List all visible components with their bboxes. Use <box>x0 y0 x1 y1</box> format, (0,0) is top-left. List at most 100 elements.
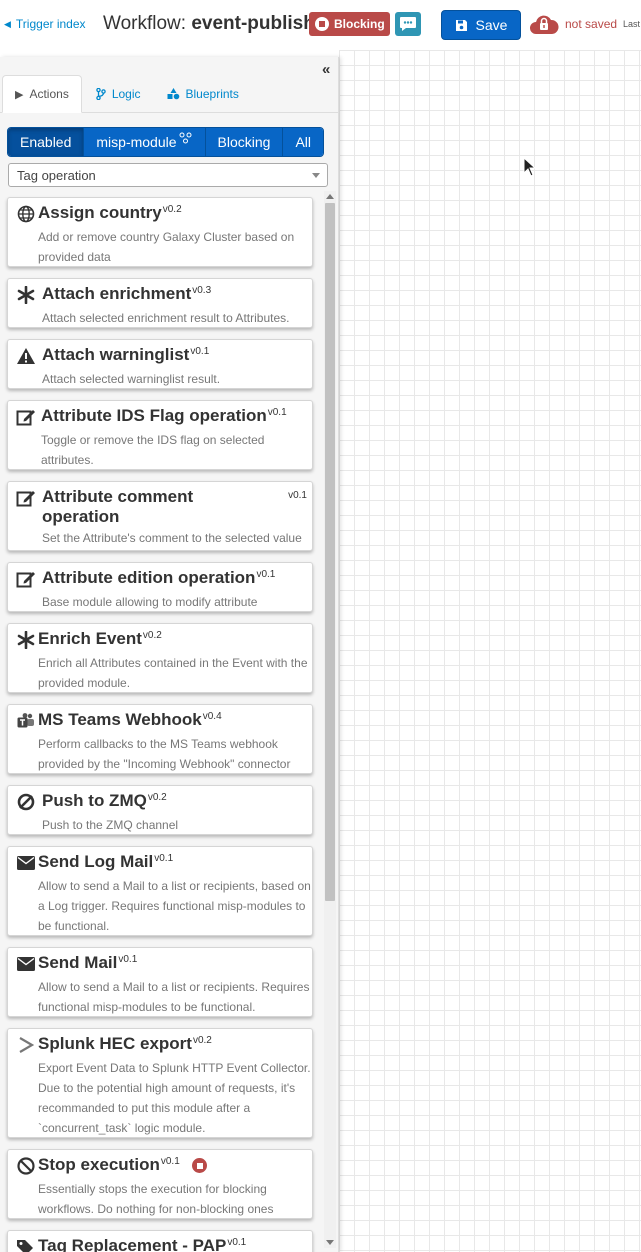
workflow-name: event-publish <box>191 13 315 34</box>
module-card-assign-country[interactable]: Assign countryv0.2 Add or remove country… <box>7 197 313 267</box>
module-version: v0.1 <box>154 853 174 864</box>
comment-dots-icon <box>400 17 416 31</box>
filter-button-group: Enabled misp-module Blocking All <box>7 127 325 157</box>
module-version: v0.1 <box>288 490 307 501</box>
filter-enabled-button[interactable]: Enabled <box>8 128 85 156</box>
tab-blueprints-label: Blueprints <box>185 86 239 101</box>
module-card-attribute-ids-flag[interactable]: Attribute IDS Flag operationv0.1 Toggle … <box>7 400 313 470</box>
tab-logic[interactable]: Logic <box>84 75 153 112</box>
blocking-stop-icon <box>192 1158 207 1173</box>
ban-icon <box>16 1156 36 1176</box>
module-filter-value: Tag operation <box>17 167 96 183</box>
stop-icon <box>315 17 329 31</box>
scroll-up-arrow-icon[interactable] <box>326 194 334 199</box>
filter-misp-module-button[interactable]: misp-module <box>84 128 206 156</box>
module-card-push-to-zmq[interactable]: Push to ZMQv0.2 Push to the ZMQ channel <box>7 785 313 835</box>
scrollbar-thumb[interactable] <box>325 203 335 901</box>
module-version: v0.1 <box>256 569 276 580</box>
module-version: v0.1 <box>227 1237 247 1248</box>
envelope-icon <box>16 853 36 873</box>
module-card-attribute-comment[interactable]: Attribute comment operation v0.1 Set the… <box>7 481 313 551</box>
asterisk-icon <box>16 285 36 305</box>
module-description: Perform callbacks to the MS Teams webhoo… <box>38 737 291 771</box>
filter-misp-module-label: misp-module <box>96 134 177 150</box>
title-prefix: Workflow: <box>103 13 192 34</box>
comments-button[interactable] <box>395 12 421 36</box>
filter-all-button[interactable]: All <box>283 128 324 156</box>
module-version: v0.1 <box>267 407 287 418</box>
module-description: Export Event Data to Splunk HTTP Event C… <box>38 1061 311 1135</box>
module-card-attach-enrichment[interactable]: Attach enrichmentv0.3 Attach selected en… <box>7 278 313 328</box>
module-name: Attribute edition operationv0.1 <box>42 568 276 587</box>
play-icon: ▶ <box>15 88 24 101</box>
module-list-scrollbar[interactable] <box>324 191 336 1248</box>
module-version: v0.2 <box>192 1035 212 1046</box>
tab-actions-label: Actions <box>29 87 69 101</box>
module-description: Push to the ZMQ channel <box>42 818 179 832</box>
misp-module-icon <box>179 132 192 144</box>
filter-all-label: All <box>295 134 312 150</box>
tab-logic-label: Logic <box>111 86 141 101</box>
module-name: Attribute IDS Flag operationv0.1 <box>41 406 287 425</box>
module-version: v0.2 <box>142 630 162 641</box>
save-status: not saved Last <box>529 11 640 37</box>
module-description: Enrich all Attributes contained in the E… <box>38 656 308 690</box>
module-sidebar: « ▶ Actions Logic Blueprints Enabled mis… <box>0 57 339 1252</box>
edit-icon <box>16 407 36 427</box>
module-name: Enrich Eventv0.2 <box>38 629 162 648</box>
module-card-tag-replacement-pap[interactable]: Tag Replacement - PAPv0.1 <box>7 1230 313 1252</box>
module-description: Set the Attribute's comment to the selec… <box>42 531 302 545</box>
save-button[interactable]: Save <box>441 10 521 40</box>
sidebar-tabs: ▶ Actions Logic Blueprints <box>0 75 339 113</box>
module-filter-select[interactable]: Tag operation <box>8 163 328 187</box>
trigger-index-link[interactable]: ◀ Trigger index <box>4 17 86 31</box>
trigger-index-label: Trigger index <box>15 17 86 31</box>
module-card-send-mail[interactable]: Send Mailv0.1 Allow to send a Mail to a … <box>7 947 313 1017</box>
scroll-down-arrow-icon[interactable] <box>326 1240 334 1245</box>
module-card-ms-teams-webhook[interactable]: MS Teams Webhookv0.4 Perform callbacks t… <box>7 704 313 774</box>
warning-icon <box>16 346 36 366</box>
filter-blocking-label: Blocking <box>217 134 271 150</box>
blocking-badge: Blocking <box>309 12 390 36</box>
module-name: MS Teams Webhookv0.4 <box>38 710 222 729</box>
module-name: Tag Replacement - PAPv0.1 <box>38 1236 247 1252</box>
module-card-enrich-event[interactable]: Enrich Eventv0.2 Enrich all Attributes c… <box>7 623 313 693</box>
tab-blueprints[interactable]: Blueprints <box>155 75 251 112</box>
save-label: Save <box>475 17 508 33</box>
blocking-badge-label: Blocking <box>334 17 385 31</box>
shapes-icon <box>167 87 179 99</box>
filter-blocking-button[interactable]: Blocking <box>205 128 284 156</box>
mouse-cursor-icon <box>523 157 537 177</box>
module-name: Stop executionv0.1 <box>38 1155 180 1174</box>
module-card-attach-warninglist[interactable]: Attach warninglistv0.1 Attach selected w… <box>7 339 313 389</box>
envelope-icon <box>16 954 36 974</box>
code-branch-icon <box>96 87 106 100</box>
module-description: Essentially stops the execution for bloc… <box>38 1182 274 1216</box>
tab-actions[interactable]: ▶ Actions <box>2 75 82 113</box>
asterisk-icon <box>16 630 36 650</box>
module-name: Attribute comment operation <box>42 487 194 526</box>
module-description: Allow to send a Mail to a list or recipi… <box>38 879 311 933</box>
module-description: Toggle or remove the IDS flag on selecte… <box>41 433 265 467</box>
module-card-stop-execution[interactable]: Stop executionv0.1 Essentially stops the… <box>7 1149 313 1219</box>
edit-icon <box>16 488 36 508</box>
module-card-attribute-edition[interactable]: Attribute edition operationv0.1 Base mod… <box>7 562 313 612</box>
page-title: Workflow: event-publish <box>103 13 315 35</box>
module-name: Assign countryv0.2 <box>38 203 182 222</box>
module-description: Add or remove country Galaxy Cluster bas… <box>38 230 295 264</box>
module-description: Attach selected warninglist result. <box>42 372 221 386</box>
module-description: Allow to send a Mail to a list or recipi… <box>38 980 310 1014</box>
caret-left-icon: ◀ <box>4 18 11 29</box>
module-version: v0.1 <box>160 1156 180 1167</box>
globe-icon <box>16 204 36 224</box>
teams-icon <box>16 711 36 731</box>
module-card-splunk-hec-export[interactable]: Splunk HEC exportv0.2 Export Event Data … <box>7 1028 313 1138</box>
edit-icon <box>16 569 36 589</box>
module-name: Splunk HEC exportv0.2 <box>38 1034 212 1053</box>
workflow-canvas[interactable] <box>339 50 641 1252</box>
tags-icon <box>16 1237 36 1252</box>
floppy-disk-icon <box>455 19 467 31</box>
dropdown-arrow-icon <box>312 173 320 178</box>
module-card-send-log-mail[interactable]: Send Log Mailv0.1 Allow to send a Mail t… <box>7 846 313 936</box>
module-version: v0.2 <box>162 204 182 215</box>
